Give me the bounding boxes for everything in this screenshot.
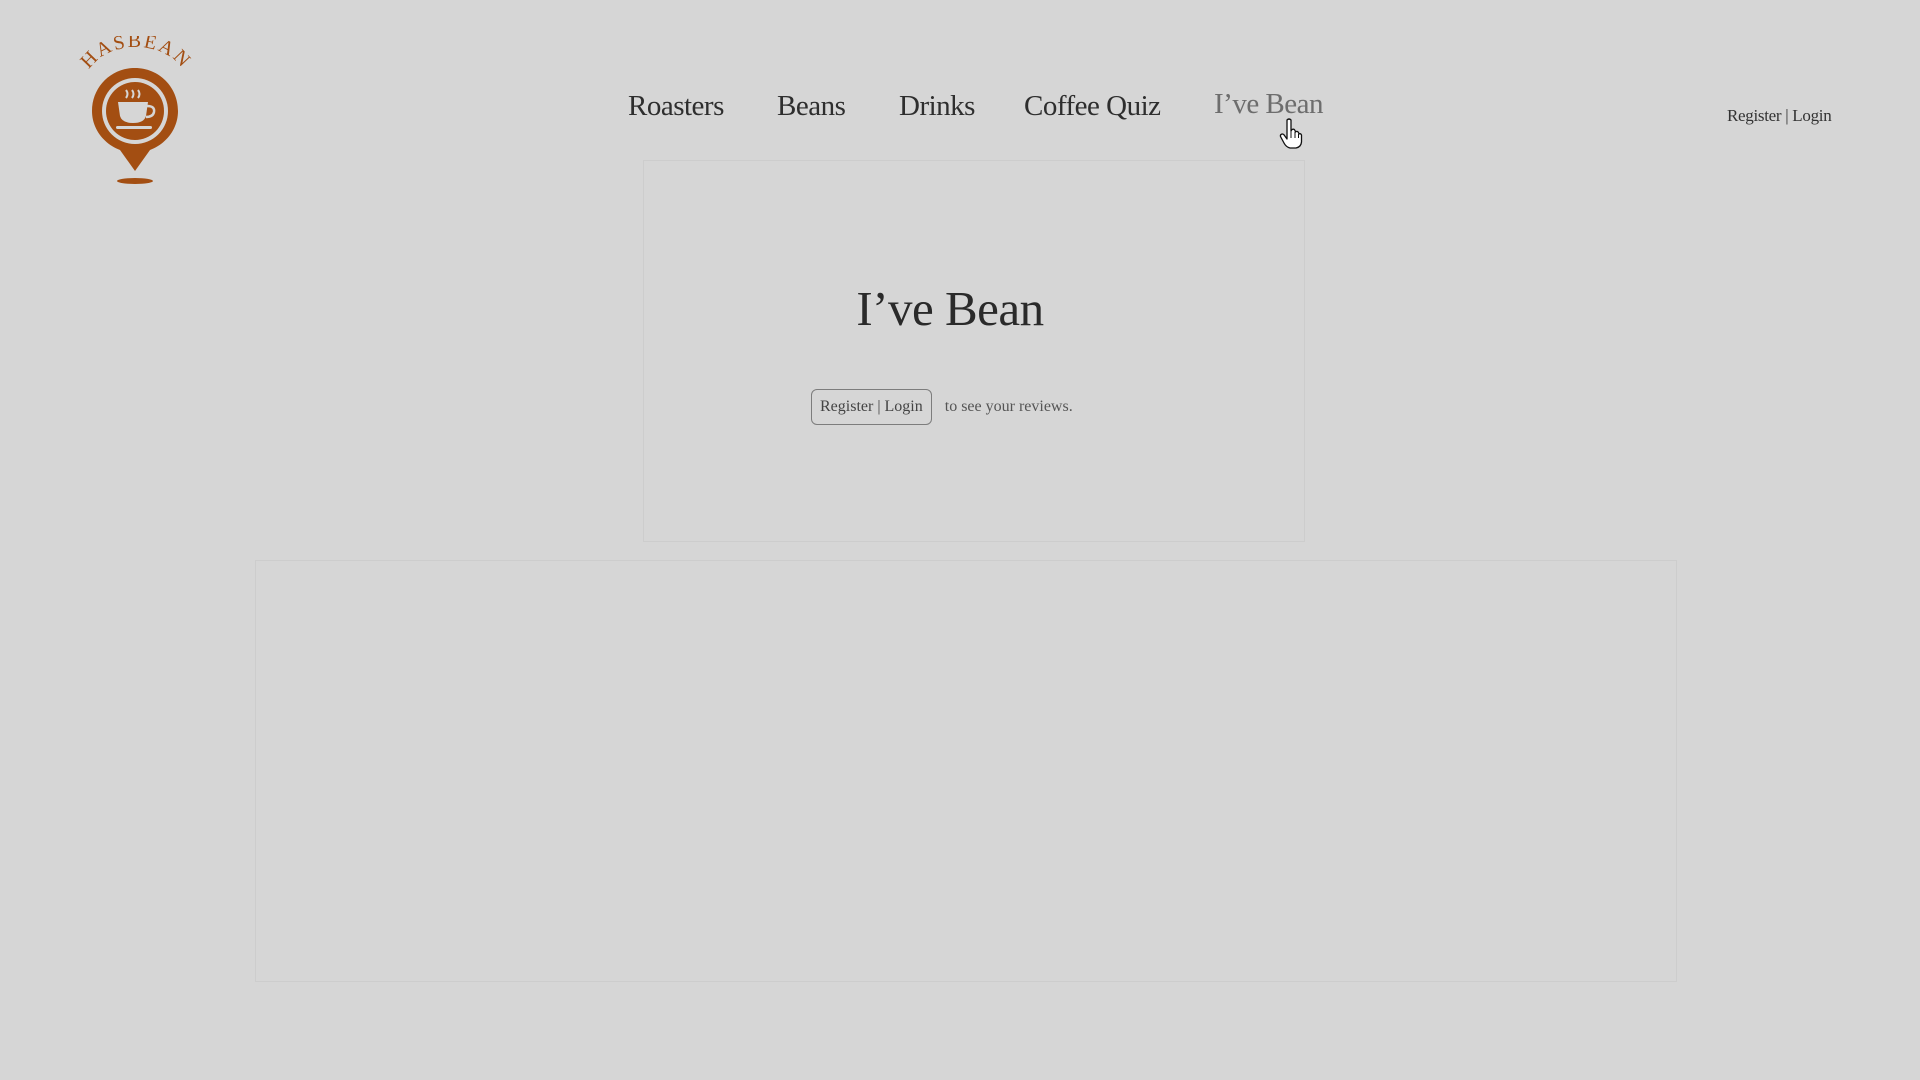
background-panel (643, 160, 1305, 542)
register-link[interactable]: Register (1727, 106, 1782, 125)
register-login-button[interactable]: Register | Login (811, 389, 932, 425)
header-auth-link: Register | Login (1727, 106, 1832, 126)
nav-item-beans[interactable]: Beans (777, 90, 846, 123)
nav-item-ive-bean[interactable]: I’ve Bean (1214, 88, 1324, 121)
prompt-text: to see your reviews. (944, 398, 1073, 415)
logo-wordmark: HASBEAN (76, 36, 196, 73)
page-title: I’ve Bean (856, 281, 1044, 336)
auth-separator: | (1781, 106, 1793, 125)
main-nav: Roasters Beans Drinks Coffee Quiz I’ve B… (0, 88, 1920, 130)
nav-item-roasters[interactable]: Roasters (628, 90, 724, 123)
login-link[interactable]: Login (1792, 106, 1831, 125)
background-panel (255, 560, 1677, 982)
page: HASBEAN Roasters Beans Drinks Coffee Qui… (0, 0, 1920, 1080)
login-prompt: Register | Login to see your reviews. (811, 387, 1073, 427)
nav-item-coffee-quiz[interactable]: Coffee Quiz (1024, 90, 1161, 123)
nav-item-drinks[interactable]: Drinks (899, 90, 975, 123)
hand-pointer-icon (1279, 118, 1303, 149)
